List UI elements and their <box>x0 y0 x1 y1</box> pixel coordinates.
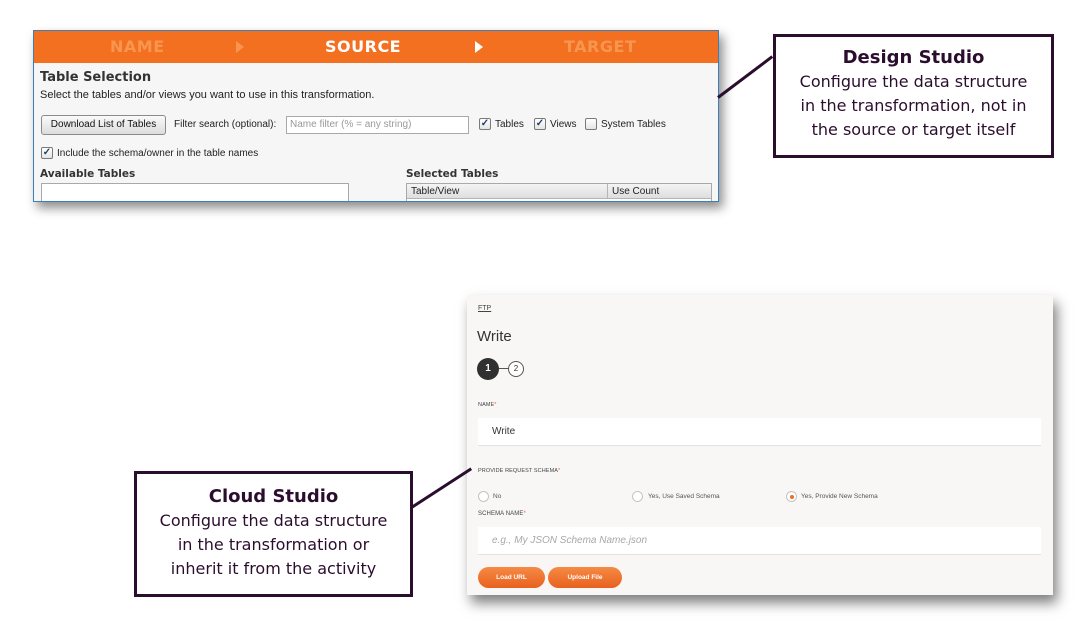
radio-use-saved-schema-label: Yes, Use Saved Schema <box>648 493 720 500</box>
system-tables-checkbox[interactable] <box>585 118 597 130</box>
schema-question-label: PROVIDE REQUEST SCHEMA* <box>478 468 560 474</box>
tables-checkbox[interactable]: ✓ <box>479 118 491 130</box>
include-schema-label: Include the schema/owner in the table na… <box>57 148 259 159</box>
load-url-button[interactable]: Load URL <box>478 567 545 588</box>
filter-search-input[interactable]: Name filter (% = any string) <box>286 116 469 134</box>
selected-tables-label: Selected Tables <box>406 168 499 180</box>
column-header-table-view[interactable]: Table/View <box>407 184 608 199</box>
wizard-steps-bar: NAME SOURCE TARGET <box>34 31 718 63</box>
section-title: Table Selection <box>40 70 152 85</box>
column-header-use-count[interactable]: Use Count <box>608 184 711 199</box>
required-marker: * <box>558 468 561 474</box>
callout-title: Design Studio <box>842 47 985 68</box>
filter-search-label: Filter search (optional): <box>174 119 277 130</box>
required-marker: * <box>523 511 526 517</box>
radio-provide-new-schema-label: Yes, Provide New Schema <box>801 493 878 500</box>
radio-no-label: No <box>493 493 502 500</box>
callout-line: in the transformation or <box>177 535 370 554</box>
schema-name-input[interactable]: e.g., My JSON Schema Name.json <box>478 527 1041 555</box>
name-input[interactable]: Write <box>478 418 1041 446</box>
cloud-studio-screenshot: FTP Write 1 2 NAME* Write PROVIDE REQUES… <box>467 295 1053 595</box>
wizard-step-name[interactable]: NAME <box>110 31 165 63</box>
cloud-studio-callout: Cloud Studio Configure the data structur… <box>134 471 413 597</box>
tables-checkbox-label: Tables <box>495 119 524 130</box>
callout-leader-line <box>717 55 774 99</box>
upload-file-button[interactable]: Upload File <box>548 567 622 588</box>
callout-title: Cloud Studio <box>208 486 339 507</box>
design-studio-screenshot: NAME SOURCE TARGET Table Selection Selec… <box>33 30 719 202</box>
step-2-indicator[interactable]: 2 <box>508 361 524 377</box>
callout-line: Configure the data structure <box>159 511 388 530</box>
radio-no[interactable] <box>478 491 489 502</box>
radio-provide-new-schema[interactable] <box>786 491 797 502</box>
views-checkbox-label: Views <box>550 119 577 130</box>
available-tables-list[interactable] <box>41 183 349 201</box>
views-checkbox[interactable]: ✓ <box>534 118 546 130</box>
include-schema-checkbox[interactable]: ✓ <box>41 147 53 159</box>
step-arrow-icon <box>475 41 483 53</box>
step-1-indicator[interactable]: 1 <box>477 358 499 380</box>
callout-leader-line <box>409 467 473 510</box>
available-tables-label: Available Tables <box>40 168 136 180</box>
download-list-button[interactable]: Download List of Tables <box>41 115 166 135</box>
name-label-text: NAME <box>478 402 495 408</box>
name-label: NAME* <box>478 402 497 408</box>
wizard-step-source[interactable]: SOURCE <box>325 31 401 63</box>
callout-line: in the transformation, not in <box>800 96 1027 115</box>
callout-line: inherit it from the activity <box>170 559 377 578</box>
design-studio-callout: Design Studio Configure the data structu… <box>773 34 1054 158</box>
activity-title: Write <box>477 328 512 345</box>
breadcrumb-ftp[interactable]: FTP <box>478 305 491 312</box>
callout-line: the source or target itself <box>811 120 1016 139</box>
system-tables-checkbox-label: System Tables <box>601 119 666 130</box>
schema-name-label: SCHEMA NAME* <box>478 511 526 517</box>
required-marker: * <box>494 402 497 408</box>
schema-name-text: SCHEMA NAME <box>478 511 524 517</box>
selected-tables-table[interactable]: Table/View Use Count <box>406 183 712 201</box>
schema-question-text: PROVIDE REQUEST SCHEMA <box>478 468 559 474</box>
wizard-step-target[interactable]: TARGET <box>564 31 636 63</box>
step-arrow-icon <box>236 41 244 53</box>
instructions-text: Select the tables and/or views you want … <box>40 89 375 101</box>
callout-line: Configure the data structure <box>799 72 1028 91</box>
radio-use-saved-schema[interactable] <box>632 491 643 502</box>
